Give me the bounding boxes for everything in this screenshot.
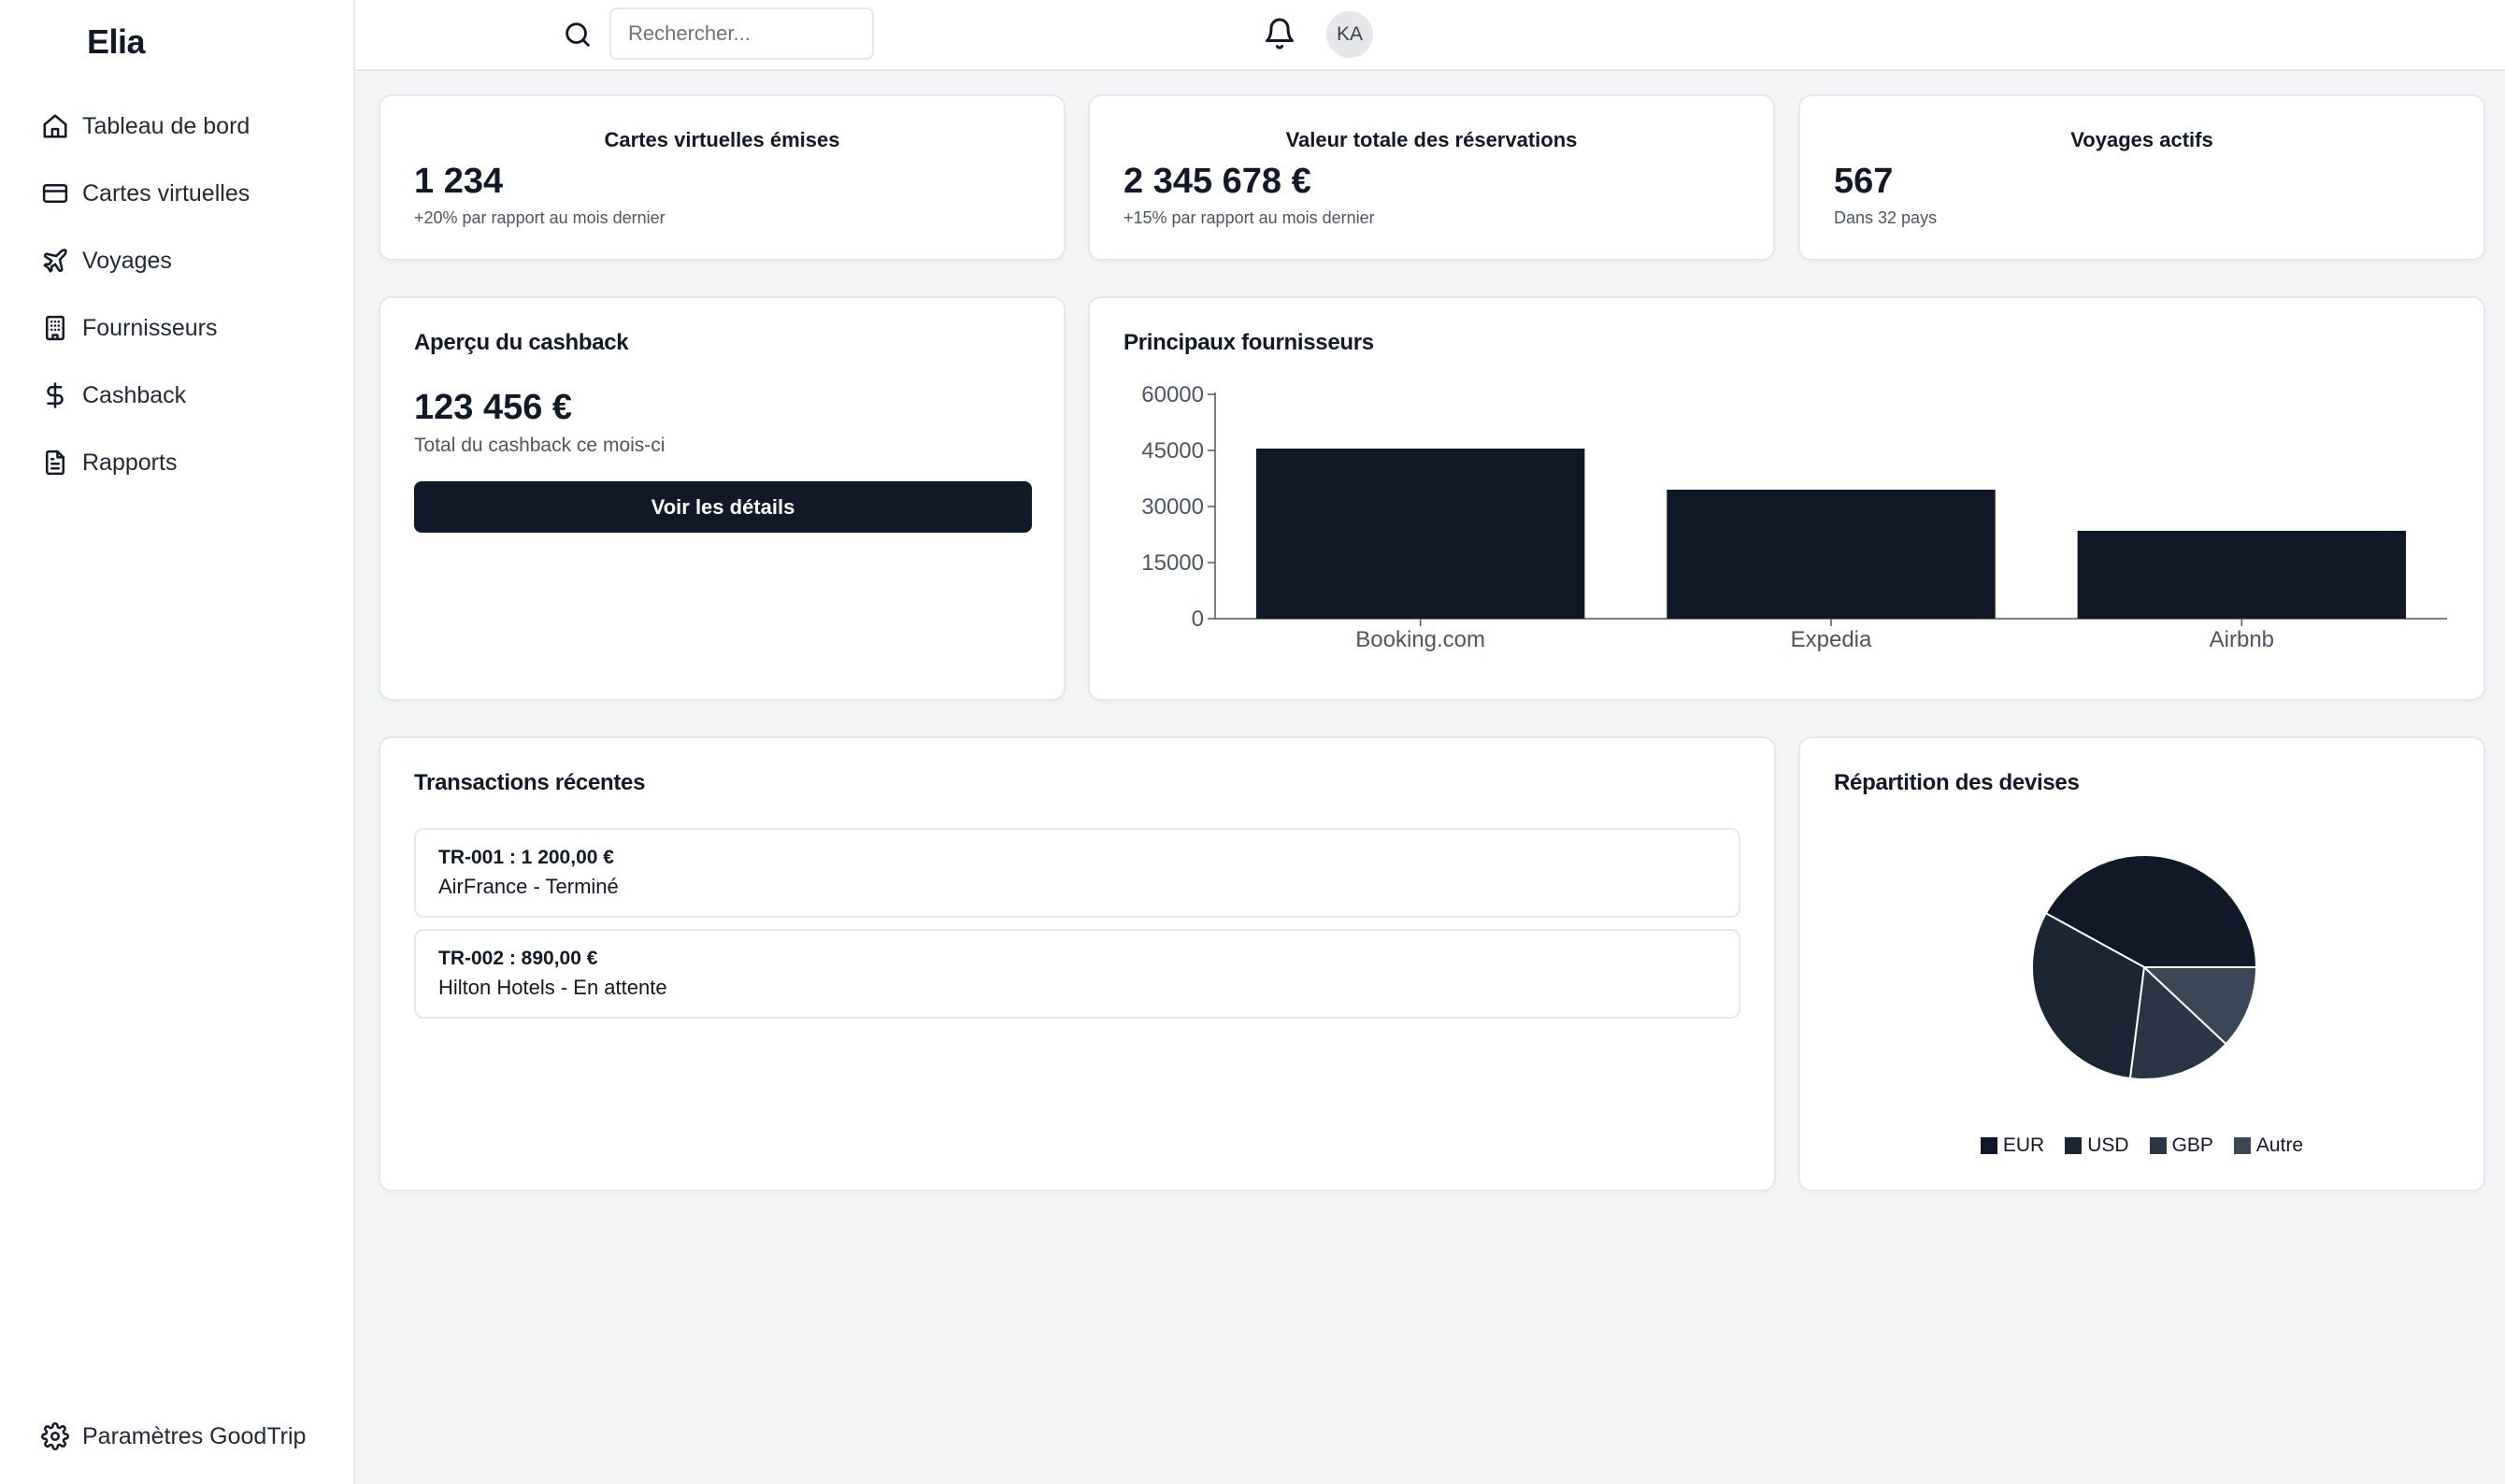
stat-subtext: Dans 32 pays xyxy=(1834,208,1938,227)
sidebar: Elia Tableau de bord Cartes virtuelles V… xyxy=(0,0,355,1484)
y-tick-label: 60000 xyxy=(1141,382,1204,407)
legend-swatch xyxy=(2233,1137,2251,1154)
transaction-item[interactable]: TR-002 : 890,00 € Hilton Hotels - En att… xyxy=(414,929,1740,1019)
legend-item: EUR xyxy=(1980,1134,2045,1157)
top-header: KA xyxy=(355,0,2505,71)
file-text-icon xyxy=(46,449,64,476)
x-tick-label: Expedia xyxy=(1791,627,1872,652)
suppliers-bar-chart: 0 15000 30000 45000 60000 Booking.com Expedia A… xyxy=(1141,382,2447,652)
bar[interactable] xyxy=(2077,531,2407,619)
currency-chart-card: Répartition des devises EUR USD GBP Autre xyxy=(1798,736,2485,1191)
stat-value: 1 234 xyxy=(414,162,504,201)
bar[interactable] xyxy=(1667,490,1996,619)
y-tick-label: 30000 xyxy=(1141,494,1204,520)
cashback-subtext: Total du cashback ce mois-ci xyxy=(414,435,666,456)
cashback-card: Aperçu du cashback 123 456 € Total du ca… xyxy=(379,296,1066,701)
legend-label: GBP xyxy=(2171,1134,2213,1156)
stat-title: Cartes virtuelles émises xyxy=(604,128,840,151)
legend-swatch xyxy=(2149,1137,2167,1154)
cashback-value: 123 456 € xyxy=(414,388,573,427)
sidebar-item-label: Cashback xyxy=(82,381,187,408)
stat-title: Voyages actifs xyxy=(2070,128,2213,151)
credit-card-icon xyxy=(42,184,68,203)
dollar-icon xyxy=(47,382,64,408)
sidebar-item-label: Voyages xyxy=(82,247,172,274)
y-tick-label: 45000 xyxy=(1141,438,1204,464)
building-icon xyxy=(46,315,64,341)
card-title: Aperçu du cashback xyxy=(414,330,629,355)
x-tick-label: Airbnb xyxy=(2210,627,2274,652)
plane-icon xyxy=(43,249,67,273)
stat-subtext: +15% par rapport au mois dernier xyxy=(1124,208,1375,227)
sidebar-item-label: Fournisseurs xyxy=(82,314,218,341)
sidebar-item-suppliers[interactable]: Fournisseurs xyxy=(41,304,218,352)
legend-label: EUR xyxy=(2002,1134,2045,1156)
stat-card-active-trips: Voyages actifs 567 Dans 32 pays xyxy=(1798,94,2485,261)
sidebar-item-label: Paramètres GoodTrip xyxy=(82,1422,307,1449)
sidebar-item-cashback[interactable]: Cashback xyxy=(41,371,186,420)
x-tick-label: Booking.com xyxy=(1355,627,1485,652)
transaction-id-amount: TR-002 : 890,00 € xyxy=(438,948,598,969)
transactions-card: Transactions récentes TR-001 : 1 200,00 … xyxy=(379,736,1776,1191)
card-title: Transactions récentes xyxy=(414,770,646,795)
sidebar-item-virtual-cards[interactable]: Cartes virtuelles xyxy=(41,169,250,218)
bell-icon[interactable] xyxy=(1263,17,1296,50)
transaction-merchant-status: AirFrance - Terminé xyxy=(438,875,619,898)
sidebar-item-label: Cartes virtuelles xyxy=(82,179,250,207)
search-input[interactable] xyxy=(609,7,874,60)
transaction-id-amount: TR-001 : 1 200,00 € xyxy=(438,847,614,868)
legend-item: GBP xyxy=(2149,1134,2213,1157)
legend-item: USD xyxy=(2065,1134,2129,1157)
stat-title: Valeur totale des réservations xyxy=(1285,128,1578,151)
brand-logo: Elia xyxy=(87,22,146,61)
stat-subtext: +20% par rapport au mois dernier xyxy=(414,208,666,227)
home-icon xyxy=(43,114,67,138)
transaction-merchant-status: Hilton Hotels - En attente xyxy=(438,976,667,999)
gear-icon xyxy=(41,1422,69,1450)
search-icon xyxy=(565,22,590,47)
transaction-item[interactable]: TR-001 : 1 200,00 € AirFrance - Terminé xyxy=(414,828,1740,918)
legend-label: USD xyxy=(2087,1134,2129,1156)
sidebar-item-trips[interactable]: Voyages xyxy=(41,236,172,285)
stat-card-bookings-value: Valeur totale des réservations 2 345 678… xyxy=(1088,94,1775,261)
y-tick-label: 15000 xyxy=(1141,550,1204,576)
legend-label: Autre xyxy=(2255,1134,2304,1156)
stat-value: 2 345 678 € xyxy=(1124,162,1311,201)
chart-legend: EUR USD GBP Autre xyxy=(1800,1134,2484,1157)
sidebar-item-label: Rapports xyxy=(82,449,178,476)
sidebar-item-settings[interactable]: Paramètres GoodTrip xyxy=(41,1412,306,1461)
stat-card-virtual-cards: Cartes virtuelles émises 1 234 +20% par … xyxy=(379,94,1066,261)
y-tick-label: 0 xyxy=(1192,606,1204,632)
legend-swatch xyxy=(2065,1137,2083,1154)
sidebar-item-dashboard[interactable]: Tableau de bord xyxy=(41,102,250,150)
sidebar-item-reports[interactable]: Rapports xyxy=(41,438,177,487)
view-details-button[interactable]: Voir les détails xyxy=(414,481,1032,533)
suppliers-chart-card: Principaux fournisseurs 0 15000 30000 45000… xyxy=(1088,296,2485,701)
legend-item: Autre xyxy=(2233,1134,2304,1157)
avatar[interactable]: KA xyxy=(1326,11,1373,58)
bar[interactable] xyxy=(1255,449,1585,619)
currency-pie-chart xyxy=(2031,854,2258,1080)
sidebar-item-label: Tableau de bord xyxy=(82,112,250,139)
stat-value: 567 xyxy=(1834,162,1894,201)
legend-swatch xyxy=(1980,1137,1997,1154)
